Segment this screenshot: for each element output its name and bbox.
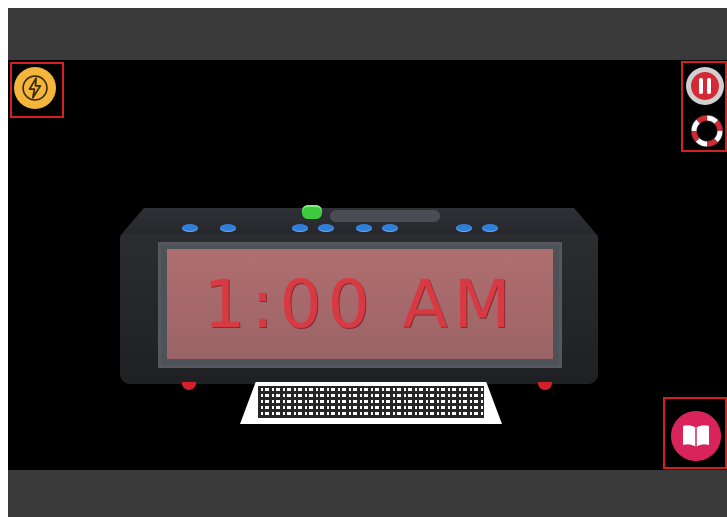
book-icon — [683, 425, 709, 447]
clock-display: 1:00 AM — [167, 249, 553, 359]
guide-button[interactable] — [671, 411, 721, 461]
clock-button[interactable] — [482, 224, 498, 232]
alarm-clock[interactable]: 1:00 AM — [120, 205, 598, 398]
bottom-bar — [8, 470, 727, 517]
clock-foot — [538, 382, 552, 390]
clock-button[interactable] — [292, 224, 308, 232]
clock-body: 1:00 AM — [120, 234, 598, 384]
qr-code-marker — [240, 382, 502, 424]
clock-button[interactable] — [456, 224, 472, 232]
green-knob[interactable] — [302, 205, 322, 219]
power-button[interactable] — [14, 67, 56, 109]
top-bar — [8, 8, 727, 60]
display-frame: 1:00 AM — [158, 242, 562, 368]
pause-button[interactable] — [686, 67, 724, 105]
app-frame: 1:00 AM — [8, 8, 727, 517]
qr-pattern — [258, 386, 484, 418]
clock-top-panel — [330, 210, 440, 222]
clock-button[interactable] — [182, 224, 198, 232]
display-time: 1:00 AM — [203, 265, 517, 343]
game-viewport[interactable]: 1:00 AM — [8, 60, 727, 470]
help-button[interactable] — [691, 115, 723, 147]
clock-button[interactable] — [382, 224, 398, 232]
lightning-icon — [22, 75, 48, 101]
clock-button[interactable] — [220, 224, 236, 232]
clock-foot — [182, 382, 196, 390]
clock-button[interactable] — [356, 224, 372, 232]
pause-icon — [691, 72, 719, 100]
lifebuoy-icon — [691, 115, 723, 147]
clock-button[interactable] — [318, 224, 334, 232]
